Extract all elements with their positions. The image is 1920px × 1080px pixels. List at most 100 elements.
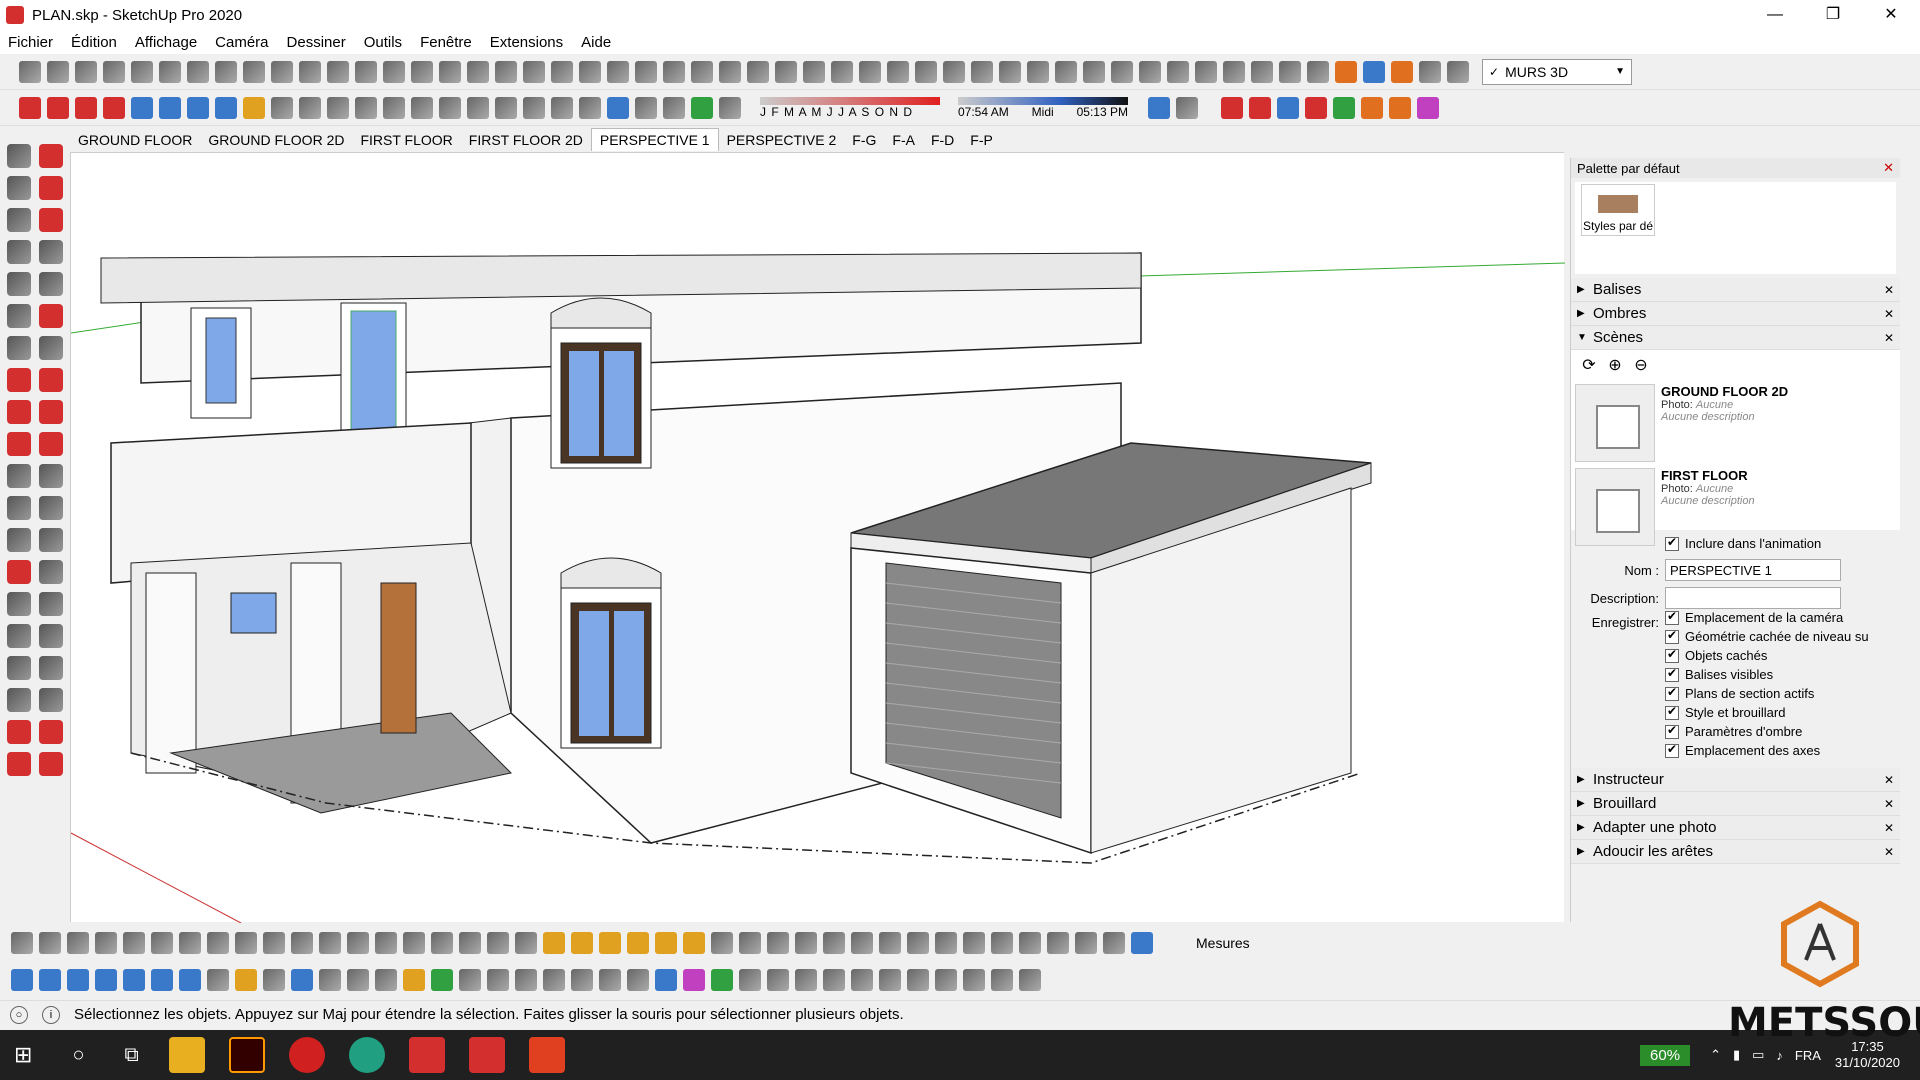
move-icon[interactable] (7, 368, 31, 392)
tool-icon[interactable] (1111, 60, 1133, 83)
tool-icon[interactable] (291, 932, 313, 954)
menu-aide[interactable]: Aide (581, 34, 611, 51)
tool-icon[interactable] (131, 96, 153, 119)
follow-me-icon[interactable] (39, 400, 63, 424)
tool-icon[interactable] (187, 60, 209, 83)
tool-icon[interactable] (487, 969, 509, 991)
tool-icon[interactable] (1167, 60, 1189, 83)
tool-icon[interactable] (551, 60, 573, 83)
tool-icon[interactable] (495, 96, 517, 119)
shadow-time-slider[interactable]: 07:54 AM Midi 05:13 PM (958, 96, 1128, 119)
tab-f-d[interactable]: F-D (923, 129, 962, 151)
tool-icon[interactable] (319, 932, 341, 954)
tool-icon[interactable] (1047, 932, 1069, 954)
save-option[interactable]: Emplacement des axes (1665, 742, 1892, 758)
tool-icon[interactable] (719, 96, 741, 119)
tool-icon[interactable] (1391, 60, 1413, 83)
tool-icon[interactable] (1363, 60, 1385, 83)
look-around-icon[interactable] (39, 656, 63, 680)
refresh-icon[interactable]: ⟳ (1579, 355, 1599, 375)
dimension-icon[interactable] (39, 464, 63, 488)
tool-icon[interactable] (627, 969, 649, 991)
tool-icon[interactable] (1277, 96, 1299, 119)
tool-icon[interactable] (19, 96, 41, 119)
network-icon[interactable]: ▭ (1752, 1047, 1764, 1063)
footprints-icon[interactable] (7, 688, 31, 712)
tool-icon[interactable] (75, 60, 97, 83)
tool-icon[interactable] (403, 932, 425, 954)
section-ombres[interactable]: ▶ Ombres ✕ (1571, 302, 1900, 326)
tool-icon[interactable] (607, 96, 629, 119)
tool-icon[interactable] (971, 60, 993, 83)
tool-icon[interactable] (263, 969, 285, 991)
app-icon[interactable] (528, 1037, 565, 1073)
tool-icon[interactable] (151, 969, 173, 991)
tool-icon[interactable] (635, 96, 657, 119)
close-icon[interactable]: ✕ (1884, 821, 1894, 835)
tool-icon[interactable] (95, 969, 117, 991)
tool-icon[interactable] (403, 969, 425, 991)
tool-icon[interactable] (851, 932, 873, 954)
tool-icon[interactable] (207, 969, 229, 991)
tool-icon[interactable] (299, 60, 321, 83)
tool-icon[interactable] (39, 688, 63, 712)
save-option[interactable]: Style et brouillard (1665, 704, 1892, 720)
tool-icon[interactable] (187, 96, 209, 119)
tool-icon[interactable] (235, 932, 257, 954)
section-brouillard[interactable]: ▶ Brouillard ✕ (1571, 792, 1900, 816)
tool-icon[interactable] (963, 969, 985, 991)
tool-icon[interactable] (235, 969, 257, 991)
tool-icon[interactable] (803, 60, 825, 83)
tool-icon[interactable] (599, 969, 621, 991)
search-icon[interactable]: ○ (72, 1044, 84, 1067)
rotate-icon[interactable] (7, 400, 31, 424)
tab-first-floor[interactable]: FIRST FLOOR (352, 129, 460, 151)
tool-icon[interactable] (683, 969, 705, 991)
tool-icon[interactable] (823, 932, 845, 954)
tool-icon[interactable] (495, 60, 517, 83)
tool-icon[interactable] (907, 932, 929, 954)
tab-perspective-2[interactable]: PERSPECTIVE 2 (719, 129, 845, 151)
tool-icon[interactable] (47, 96, 69, 119)
tool-icon[interactable] (215, 96, 237, 119)
balance-icon[interactable] (1447, 60, 1469, 83)
tab-first-floor-2d[interactable]: FIRST FLOOR 2D (461, 129, 591, 151)
tool-icon[interactable] (487, 932, 509, 954)
close-icon[interactable]: ✕ (1884, 797, 1894, 811)
tool-icon[interactable] (991, 932, 1013, 954)
tool-icon[interactable] (579, 96, 601, 119)
tool-icon[interactable] (887, 60, 909, 83)
tool-icon[interactable] (1103, 932, 1125, 954)
orbit-icon[interactable] (7, 560, 31, 584)
tool-icon[interactable] (943, 60, 965, 83)
tool-icon[interactable] (103, 96, 125, 119)
tool-icon[interactable] (159, 96, 181, 119)
tool-icon[interactable] (739, 969, 761, 991)
close-icon[interactable]: ✕ (1883, 160, 1894, 176)
checkbox-checked[interactable] (1665, 647, 1679, 663)
tool-icon[interactable] (347, 969, 369, 991)
checkbox-checked[interactable] (1665, 685, 1679, 701)
geo-location-icon[interactable]: ○ (10, 1005, 28, 1024)
tool-icon[interactable] (383, 60, 405, 83)
tool-icon[interactable] (467, 60, 489, 83)
tool-icon[interactable] (7, 720, 31, 744)
tool-icon[interactable] (271, 60, 293, 83)
tool-icon[interactable] (39, 752, 63, 776)
circle-icon[interactable] (7, 272, 31, 296)
tool-icon[interactable] (19, 60, 41, 83)
arc-icon[interactable] (7, 304, 31, 328)
tab-perspective-1[interactable]: PERSPECTIVE 1 (590, 128, 719, 151)
measurements-box[interactable]: Mesures (1186, 930, 1546, 956)
paint-bucket-icon[interactable] (39, 144, 63, 168)
tool-icon[interactable] (383, 96, 405, 119)
save-option[interactable]: Objets cachés (1665, 647, 1892, 663)
checkbox-checked[interactable] (1665, 609, 1679, 625)
tool-icon[interactable] (159, 60, 181, 83)
tool-icon[interactable] (691, 96, 713, 119)
tool-icon[interactable] (1361, 96, 1383, 119)
tool-icon[interactable] (1389, 96, 1411, 119)
menu-camera[interactable]: Caméra (215, 34, 268, 51)
tool-icon[interactable] (439, 96, 461, 119)
tool-icon[interactable] (663, 60, 685, 83)
